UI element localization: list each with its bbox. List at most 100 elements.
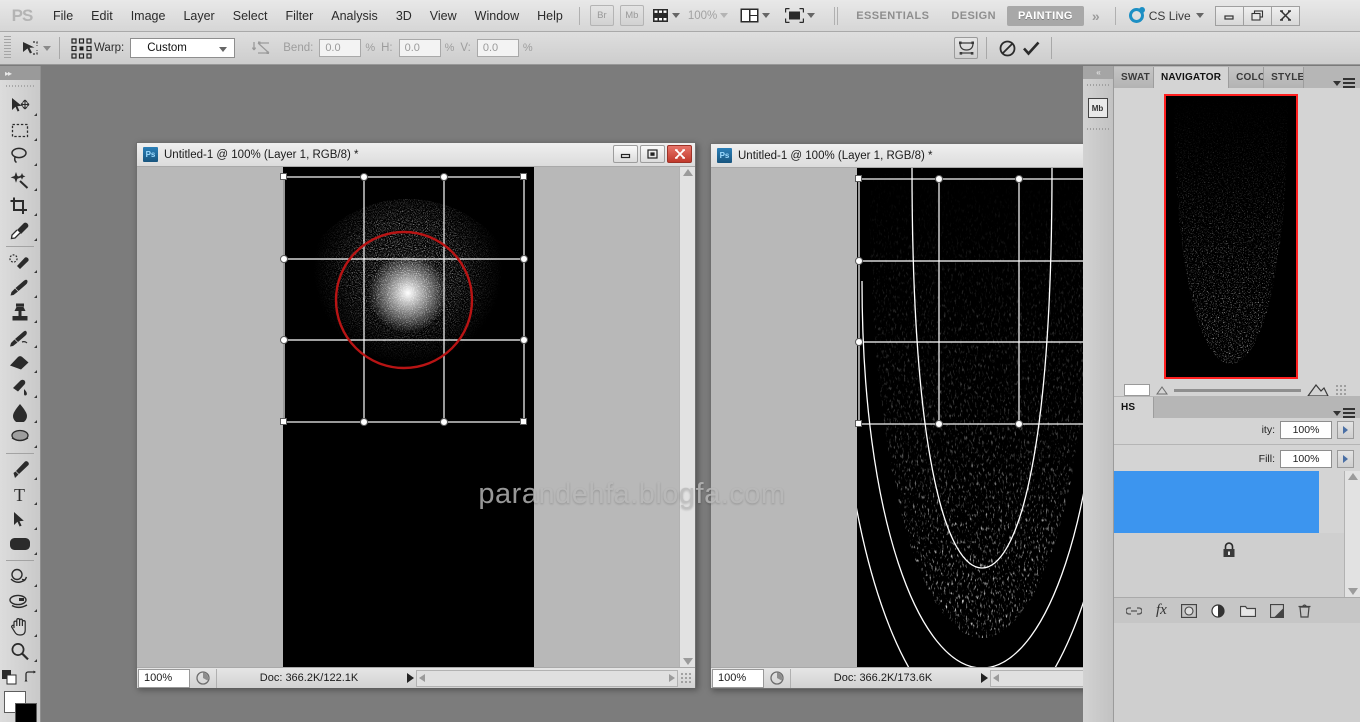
screen-mode-button[interactable] [783, 5, 817, 27]
warp-h-input[interactable]: 0.0 [398, 39, 441, 57]
warp-handle-top-2[interactable] [1015, 175, 1023, 183]
document-1-status-icon-wrap[interactable] [190, 671, 216, 685]
tools-grip[interactable] [6, 82, 34, 91]
tool-brush[interactable] [0, 275, 39, 300]
bend-input[interactable]: 0.0 [319, 39, 362, 57]
warp-handle-right-1[interactable] [520, 255, 528, 263]
tab-history-layers[interactable]: HS [1114, 397, 1154, 418]
menu-file[interactable]: File [44, 0, 82, 32]
navigator-panel-menu-button[interactable] [1328, 78, 1360, 88]
warp-style-select[interactable]: Custom [130, 38, 236, 58]
navigator-zoom-field[interactable] [1124, 384, 1150, 396]
workspace-overflow-button[interactable]: » [1084, 8, 1108, 24]
warp-handle-top-2[interactable] [440, 173, 448, 181]
opacity-input[interactable]: 100% [1280, 421, 1332, 439]
tab-styles[interactable]: STYLES [1264, 67, 1305, 88]
launch-bridge-button[interactable]: Br [589, 5, 614, 26]
menu-edit[interactable]: Edit [82, 0, 122, 32]
workspace-essentials[interactable]: ESSENTIALS [845, 6, 940, 26]
background-color-swatch[interactable] [15, 703, 37, 722]
tool-dodge[interactable] [0, 425, 39, 450]
document-1-resize-grip[interactable] [680, 672, 692, 684]
tool-spot-healing-brush[interactable] [0, 250, 39, 275]
scroll-left-icon[interactable] [993, 674, 999, 682]
menu-image[interactable]: Image [122, 0, 175, 32]
layer-mask-icon[interactable] [1180, 603, 1197, 618]
navigator-thumbnail[interactable] [1164, 94, 1298, 379]
warp-handle-bottom-2[interactable] [440, 418, 448, 426]
warp-handle-left-1[interactable] [855, 257, 863, 265]
document-1-close-button[interactable] [667, 145, 692, 163]
adjustment-layer-icon[interactable] [1211, 603, 1226, 618]
transform-handle-top-left[interactable] [280, 173, 287, 180]
workspace-design[interactable]: DESIGN [940, 6, 1007, 26]
transform-handle-bottom-right[interactable] [520, 418, 527, 425]
document-1-vertical-scrollbar[interactable] [679, 167, 695, 667]
change-warp-orientation-button[interactable] [249, 37, 273, 59]
warp-handle-top-1[interactable] [935, 175, 943, 183]
tool-gradient[interactable] [0, 375, 39, 400]
transform-handle-bottom-left[interactable] [280, 418, 287, 425]
switch-free-transform-warp-button[interactable] [954, 37, 978, 59]
tool-rectangular-marquee[interactable] [0, 118, 39, 143]
warp-handle-bottom-1[interactable] [935, 420, 943, 428]
tool-rounded-rectangle[interactable] [0, 532, 39, 557]
transform-handle-top-right[interactable] [520, 173, 527, 180]
tool-path-selection[interactable] [0, 507, 39, 532]
menu-select[interactable]: Select [224, 0, 277, 32]
layer-row-locked[interactable] [1114, 533, 1344, 567]
minimize-button[interactable] [1214, 5, 1244, 26]
tool-horizontal-type[interactable]: T [0, 482, 39, 507]
menu-window[interactable]: Window [466, 0, 528, 32]
zoom-out-icon[interactable] [1156, 385, 1168, 395]
view-extras-button[interactable] [650, 5, 682, 27]
zoom-in-icon[interactable] [1307, 383, 1329, 397]
launch-mini-bridge-button[interactable]: Mb [619, 5, 644, 26]
warp-v-input[interactable]: 0.0 [476, 39, 519, 57]
link-layers-icon[interactable] [1126, 606, 1142, 616]
warp-handle-left-2[interactable] [855, 338, 863, 346]
dock-icon-grip-1[interactable] [1087, 82, 1109, 90]
layer-style-icon[interactable]: fx [1156, 602, 1167, 619]
new-group-icon[interactable] [1239, 604, 1256, 617]
document-1-status-menu-icon[interactable] [407, 673, 414, 683]
tool-move[interactable] [0, 93, 39, 118]
tool-preset-picker[interactable] [17, 36, 43, 60]
workspace-painting[interactable]: PAINTING [1006, 5, 1084, 26]
warp-handle-bottom-2[interactable] [1015, 420, 1023, 428]
tool-3d-object-rotate[interactable] [0, 564, 39, 589]
cancel-transform-button[interactable] [995, 37, 1019, 59]
tab-swatches[interactable]: SWAT [1114, 67, 1154, 88]
document-2-status-menu-icon[interactable] [981, 673, 988, 683]
menu-analysis[interactable]: Analysis [322, 0, 387, 32]
new-layer-icon[interactable] [1269, 603, 1284, 618]
fill-stepper-button[interactable] [1337, 450, 1354, 468]
tool-hand[interactable] [0, 614, 39, 639]
tools-collapse-button[interactable]: ▸▸ [0, 66, 40, 80]
tool-clone-stamp[interactable] [0, 300, 39, 325]
options-bar-grip[interactable] [4, 36, 11, 60]
tool-3d-camera-rotate[interactable] [0, 589, 39, 614]
scroll-right-icon[interactable] [669, 674, 675, 682]
tool-eraser[interactable] [0, 350, 39, 375]
tool-crop[interactable] [0, 193, 39, 218]
menu-help[interactable]: Help [528, 0, 572, 32]
tool-eyedropper[interactable] [0, 218, 39, 243]
navigator-zoom-slider[interactable] [1174, 388, 1301, 392]
layers-vertical-scrollbar[interactable] [1344, 471, 1360, 597]
arrange-documents-button[interactable] [738, 5, 772, 27]
menu-3d[interactable]: 3D [387, 0, 421, 32]
layer-row-thumbnail[interactable] [1114, 471, 1319, 533]
delete-layer-icon[interactable] [1298, 603, 1311, 618]
warp-handle-top-1[interactable] [360, 173, 368, 181]
document-1-title-bar[interactable]: Ps Untitled-1 @ 100% (Layer 1, RGB/8) * [137, 143, 695, 167]
document-1-horizontal-scrollbar[interactable] [416, 669, 678, 687]
dock-collapse-button[interactable]: « [1083, 66, 1113, 79]
tool-preset-chevron-down-icon[interactable] [43, 45, 51, 51]
document-2-zoom-field[interactable]: 100% [712, 668, 764, 688]
tool-blur[interactable] [0, 400, 39, 425]
zoom-chevron-down-icon[interactable] [720, 13, 729, 18]
scroll-down-icon[interactable] [1347, 588, 1358, 595]
tab-navigator[interactable]: NAVIGATOR [1154, 67, 1230, 88]
document-1-canvas-area[interactable] [137, 167, 695, 667]
